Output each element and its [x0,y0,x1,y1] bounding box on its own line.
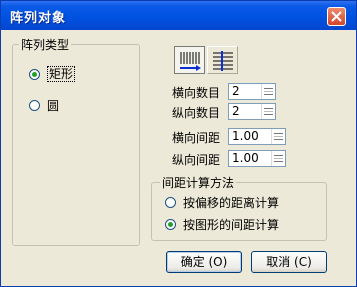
radio-offset-distance[interactable] [165,197,176,208]
cancel-button[interactable]: 取消 (C) [251,251,327,273]
radio-circle[interactable] [29,100,40,111]
array-type-group: 阵列类型 矩形 圆 [12,36,140,246]
v-count-label: 纵向数目 [172,106,221,120]
spacing-method-label: 间距计算方法 [160,174,237,191]
h-spacing-value[interactable]: 1.00 [232,129,259,144]
ok-button[interactable]: 确定 (O) [166,251,242,273]
h-count-label: 横向数目 [172,86,221,100]
v-spacing-input[interactable]: 1.00 [228,150,286,167]
rows-icon [213,51,233,71]
title-bar[interactable]: 阵列对象 [1,1,356,30]
v-spacing-label: 纵向间距 [172,153,221,167]
columns-icon [180,52,201,71]
h-count-input[interactable]: 2 [228,83,276,100]
close-icon [331,11,342,22]
radio-rectangle-label[interactable]: 矩形 [47,66,76,82]
v-count-value[interactable]: 2 [232,104,240,119]
dialog-title: 阵列对象 [10,11,67,26]
radio-shape-spacing-label[interactable]: 按图形的间距计算 [183,216,279,233]
column-array-button[interactable] [174,46,205,74]
array-object-dialog: 阵列对象 阵列类型 矩形 圆 横向数目 2 纵向数目 2 横向间距 1.00 纵… [0,0,357,287]
array-type-label: 阵列类型 [19,36,72,53]
h-count-spinner[interactable] [261,84,275,99]
v-count-input[interactable]: 2 [228,103,276,120]
v-spacing-spinner[interactable] [271,151,285,166]
h-spacing-input[interactable]: 1.00 [228,128,286,145]
row-array-button[interactable] [207,46,238,74]
radio-offset-distance-label[interactable]: 按偏移的距离计算 [183,194,279,211]
radio-shape-spacing[interactable] [165,219,176,230]
h-count-value[interactable]: 2 [232,84,240,99]
radio-circle-label[interactable]: 圆 [47,97,59,114]
radio-rectangle[interactable] [29,69,40,80]
v-count-spinner[interactable] [261,104,275,119]
h-spacing-spinner[interactable] [271,129,285,144]
close-button[interactable] [327,7,346,26]
h-spacing-label: 横向间距 [172,131,221,145]
spacing-method-group: 间距计算方法 按偏移的距离计算 按图形的间距计算 [151,174,327,241]
v-spacing-value[interactable]: 1.00 [232,151,259,166]
